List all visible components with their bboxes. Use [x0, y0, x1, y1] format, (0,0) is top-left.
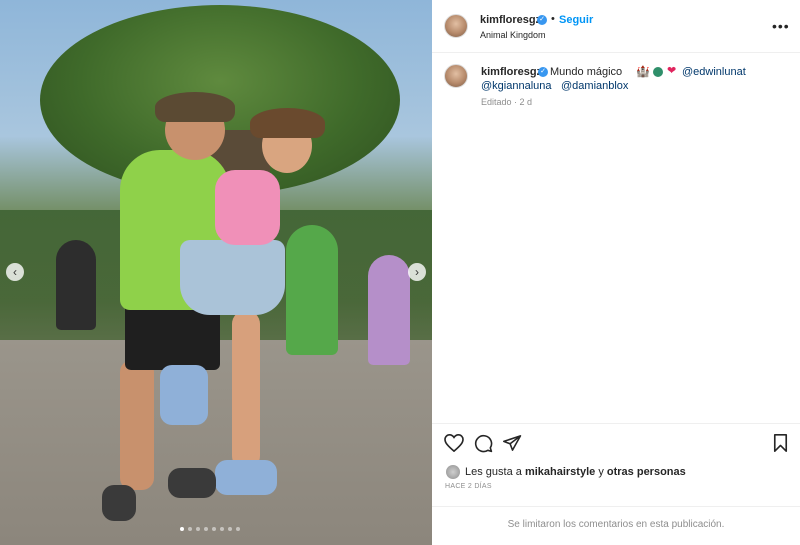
- avatar[interactable]: [444, 64, 468, 88]
- other-likers-link[interactable]: otras personas: [607, 466, 686, 478]
- chevron-left-icon[interactable]: ‹: [6, 263, 24, 281]
- globe-emoji-icon: [653, 67, 663, 77]
- mention-link[interactable]: @edwinlunat: [682, 66, 746, 78]
- post-header: kimfloresgz ✓ • Seguir Animal Kingdom ••…: [432, 0, 800, 53]
- carousel-dot: [212, 527, 216, 531]
- separator-dot: •: [551, 13, 555, 25]
- woman-top: [215, 170, 280, 245]
- liker-username-link[interactable]: mikahairstyle: [525, 466, 595, 478]
- action-bar: [432, 423, 800, 463]
- background-person: [368, 255, 410, 365]
- carousel-dot: [220, 527, 224, 531]
- heart-icon[interactable]: [444, 434, 464, 452]
- chevron-right-icon[interactable]: ›: [408, 263, 426, 281]
- mention-link[interactable]: @kgiannaluna: [481, 80, 552, 92]
- edited-timestamp: Editado · 2 d: [481, 97, 533, 107]
- verified-badge-icon: ✓: [537, 15, 547, 25]
- share-icon[interactable]: [503, 434, 522, 452]
- post-side-panel: kimfloresgz ✓ • Seguir Animal Kingdom ••…: [432, 0, 800, 545]
- carousel-dots: [180, 527, 240, 531]
- woman-hat: [250, 108, 325, 138]
- castle-emoji-icon: 🏰: [636, 66, 650, 78]
- woman-skirt: [180, 240, 285, 315]
- ground: [0, 340, 432, 545]
- clog-shoe: [102, 485, 136, 521]
- bookmark-icon[interactable]: [773, 434, 788, 452]
- likes-summary[interactable]: Les gusta a mikahairstyle y otras person…: [465, 466, 686, 478]
- location-link[interactable]: Animal Kingdom: [480, 30, 546, 40]
- mention-link[interactable]: @damianblox: [561, 80, 628, 92]
- username-link[interactable]: kimfloresgz: [480, 14, 541, 26]
- carousel-dot: [228, 527, 232, 531]
- liker-avatar[interactable]: [446, 465, 460, 479]
- background-person: [56, 240, 96, 330]
- woman-leg: [232, 310, 260, 470]
- carousel-dot: [188, 527, 192, 531]
- likes-prefix: Les gusta a: [465, 466, 525, 478]
- clog-shoe: [168, 468, 216, 498]
- follow-button[interactable]: Seguir: [559, 14, 593, 26]
- post-modal: ‹ › kimfloresgz ✓ • Seguir Animal Kingdo…: [0, 0, 800, 545]
- post-timestamp: HACE 2 DÍAS: [445, 483, 492, 490]
- comments-disabled-notice: Se limitaron los comentarios en esta pub…: [432, 506, 800, 545]
- caption-text: Mundo mágico: [550, 66, 623, 78]
- man-leg: [120, 360, 154, 490]
- likes-conjunction: y: [595, 466, 607, 478]
- carousel-dot: [180, 527, 184, 531]
- carousel-dot: [204, 527, 208, 531]
- comment-icon[interactable]: [474, 434, 493, 453]
- caption-username-link[interactable]: kimfloresgz: [481, 66, 542, 78]
- sneaker: [160, 365, 208, 425]
- more-options-icon[interactable]: •••: [772, 18, 790, 34]
- heart-emoji-icon: ❤: [667, 65, 677, 77]
- carousel-dot: [196, 527, 200, 531]
- man-hat: [155, 92, 235, 122]
- avatar[interactable]: [444, 14, 468, 38]
- post-photo[interactable]: ‹ ›: [0, 0, 432, 545]
- sneaker: [215, 460, 277, 495]
- verified-badge-icon: ✓: [538, 67, 548, 77]
- carousel-dot: [236, 527, 240, 531]
- background-person: [286, 225, 338, 355]
